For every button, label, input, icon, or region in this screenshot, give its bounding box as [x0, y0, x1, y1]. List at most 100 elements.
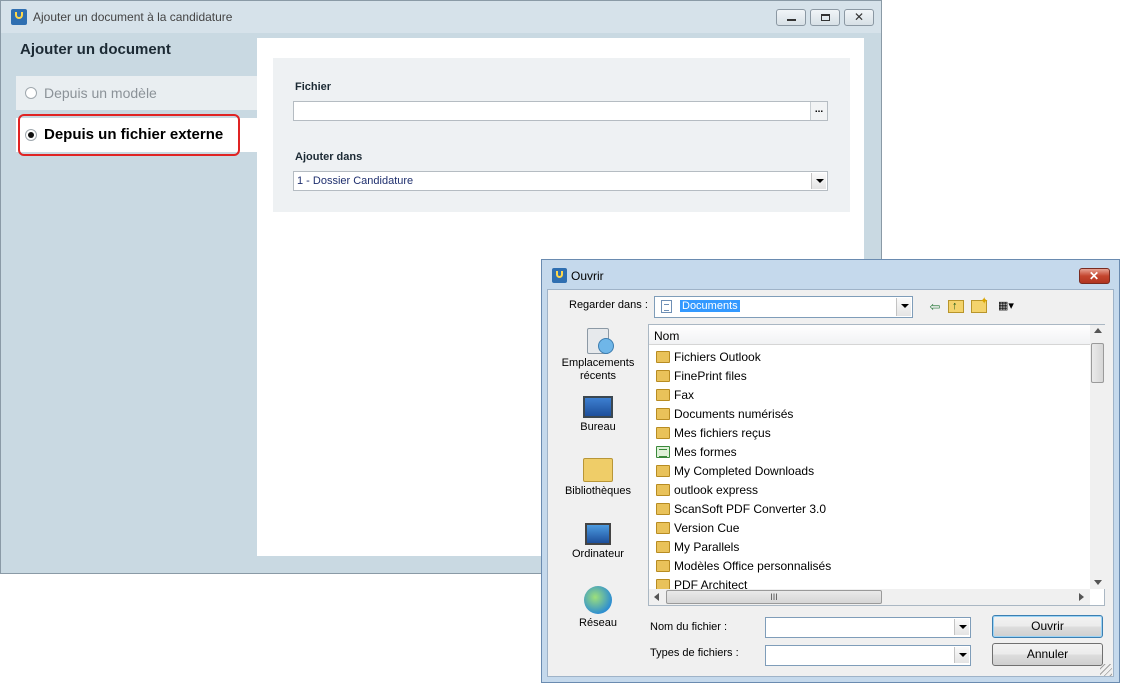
- place-libraries-label: Bibliothèques: [564, 485, 632, 497]
- chevron-down-icon[interactable]: [954, 647, 969, 663]
- look-in-select[interactable]: Documents: [654, 296, 913, 318]
- desktop-icon: [583, 396, 613, 418]
- list-item[interactable]: FinePrint files: [656, 367, 1086, 386]
- cancel-button[interactable]: Annuler: [992, 643, 1103, 666]
- red-highlight-outline: [18, 114, 240, 156]
- open-dialog-title: Ouvrir: [571, 269, 604, 283]
- list-item-label: Version Cue: [674, 521, 740, 535]
- browse-button[interactable]: ...: [810, 102, 827, 120]
- list-item-label: Documents numérisés: [674, 407, 794, 421]
- file-types-combo[interactable]: [765, 645, 971, 666]
- list-item[interactable]: Fichiers Outlook: [656, 348, 1086, 367]
- add-in-label: Ajouter dans: [295, 151, 363, 163]
- trophy-app-icon: [552, 268, 567, 283]
- vertical-scrollbar[interactable]: [1090, 325, 1105, 589]
- option-from-template[interactable]: Depuis un modèle: [16, 76, 257, 110]
- list-item[interactable]: My Parallels: [656, 538, 1086, 557]
- folder-icon: [656, 389, 670, 401]
- list-item[interactable]: PDF Architect: [656, 576, 1086, 589]
- chevron-down-icon[interactable]: [896, 298, 911, 316]
- list-item[interactable]: ScanSoft PDF Converter 3.0: [656, 500, 1086, 519]
- place-network-label: Réseau: [579, 617, 617, 629]
- place-libraries[interactable]: Bibliothèques: [556, 458, 640, 498]
- place-computer-label: Ordinateur: [572, 548, 624, 560]
- add-in-select-value: 1 - Dossier Candidature: [297, 175, 414, 187]
- scroll-left-icon[interactable]: [654, 593, 659, 601]
- recent-places-icon: [587, 328, 614, 354]
- scroll-right-icon[interactable]: [1079, 593, 1084, 601]
- file-path-input[interactable]: [293, 101, 828, 121]
- option-from-template-label: Depuis un modèle: [44, 85, 157, 101]
- up-folder-icon[interactable]: [948, 299, 964, 314]
- radio-unchecked-icon[interactable]: [25, 87, 37, 99]
- list-item-label: Modèles Office personnalisés: [674, 559, 832, 573]
- folder-icon: [656, 370, 670, 382]
- file-name-combo[interactable]: [765, 617, 971, 638]
- list-item-label: Fax: [674, 388, 695, 402]
- folder-icon: [656, 541, 670, 553]
- vertical-scroll-thumb[interactable]: [1091, 343, 1104, 383]
- list-item-label: My Parallels: [674, 540, 740, 554]
- back-arrow-icon[interactable]: ⇦: [928, 299, 942, 314]
- file-label: Fichier: [295, 81, 332, 93]
- maximize-button[interactable]: [810, 9, 840, 26]
- horizontal-scrollbar[interactable]: III: [649, 589, 1090, 605]
- new-folder-icon[interactable]: [971, 294, 988, 313]
- folder-icon: [656, 351, 670, 363]
- scroll-down-icon[interactable]: [1094, 580, 1102, 585]
- view-menu-icon[interactable]: ▦▾: [995, 299, 1017, 314]
- add-in-select[interactable]: 1 - Dossier Candidature: [293, 171, 828, 191]
- folder-icon: [656, 408, 670, 420]
- column-header-name-label: Nom: [654, 329, 680, 343]
- close-button[interactable]: [844, 9, 874, 26]
- horizontal-scroll-thumb[interactable]: III: [666, 590, 882, 604]
- folder-icon: [656, 503, 670, 515]
- place-computer[interactable]: Ordinateur: [556, 523, 640, 561]
- list-item[interactable]: Version Cue: [656, 519, 1086, 538]
- open-button[interactable]: Ouvrir: [992, 615, 1103, 638]
- main-window-title: Ajouter un document à la candidature: [33, 10, 233, 24]
- look-in-label: Regarder dans :: [569, 299, 648, 311]
- dialog-close-button[interactable]: [1079, 268, 1110, 284]
- list-item[interactable]: Mes fichiers reçus: [656, 424, 1086, 443]
- computer-icon: [585, 523, 611, 545]
- network-icon: [584, 586, 612, 614]
- libraries-icon: [583, 458, 613, 482]
- list-item[interactable]: outlook express: [656, 481, 1086, 500]
- folder-icon: [656, 465, 670, 477]
- list-item[interactable]: Fax: [656, 386, 1086, 405]
- place-desktop[interactable]: Bureau: [556, 396, 640, 434]
- side-heading: Ajouter un document: [20, 41, 171, 58]
- scroll-up-icon[interactable]: [1094, 328, 1102, 333]
- file-types-label: Types de fichiers :: [650, 647, 739, 659]
- place-network[interactable]: Réseau: [556, 586, 640, 630]
- list-item[interactable]: My Completed Downloads: [656, 462, 1086, 481]
- list-item-label: PDF Architect: [674, 578, 748, 589]
- documents-icon: [661, 300, 672, 313]
- folder-icon: [656, 484, 670, 496]
- resize-grip-icon[interactable]: [1100, 664, 1112, 676]
- chevron-down-icon[interactable]: [954, 619, 969, 635]
- list-item-label: Fichiers Outlook: [674, 350, 761, 364]
- place-recent-locations[interactable]: Emplacements récents: [556, 328, 640, 383]
- list-item[interactable]: Documents numérisés: [656, 405, 1086, 424]
- list-item-label: ScanSoft PDF Converter 3.0: [674, 502, 827, 516]
- folder-icon: [656, 560, 670, 572]
- list-item-label: Mes fichiers reçus: [674, 426, 771, 440]
- file-name-label: Nom du fichier :: [650, 621, 728, 633]
- place-desktop-label: Bureau: [580, 421, 616, 433]
- main-title-bar: Ajouter un document à la candidature: [1, 1, 881, 33]
- minimize-button[interactable]: [776, 9, 806, 26]
- folder-icon: [656, 522, 670, 534]
- column-header-name[interactable]: Nom: [649, 325, 1091, 345]
- folder-icon: [656, 427, 670, 439]
- look-in-value: Documents: [680, 300, 740, 312]
- chevron-down-icon[interactable]: [811, 173, 826, 189]
- form-file-icon: [656, 446, 670, 458]
- list-item[interactable]: Mes formes: [656, 443, 1086, 462]
- folder-icon: [656, 579, 670, 589]
- list-item[interactable]: Modèles Office personnalisés: [656, 557, 1086, 576]
- list-item-label: FinePrint files: [674, 369, 747, 383]
- list-item-label: outlook express: [674, 483, 759, 497]
- list-item-label: My Completed Downloads: [674, 464, 815, 478]
